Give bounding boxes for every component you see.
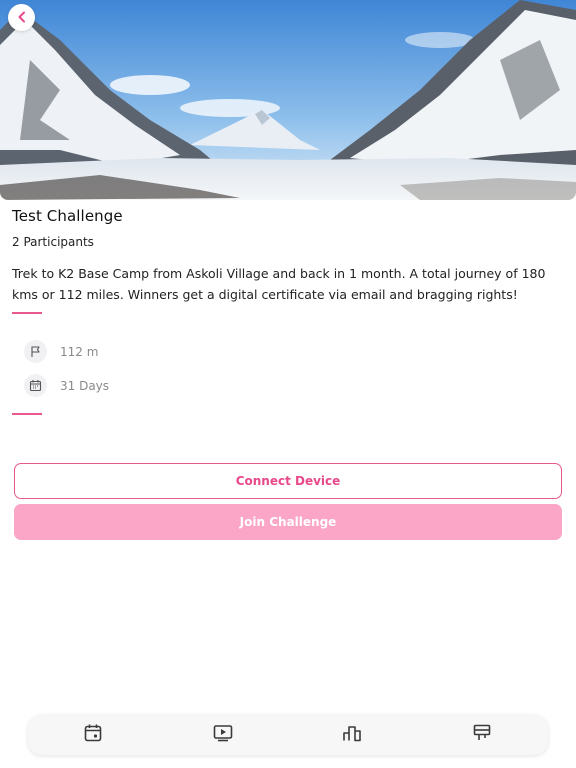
nav-videos[interactable] <box>212 724 234 746</box>
nav-calendar[interactable] <box>82 724 104 746</box>
calendar-icon <box>24 374 47 397</box>
bottom-nav <box>28 715 548 755</box>
divider <box>12 413 42 415</box>
join-challenge-button[interactable]: Join Challenge <box>14 504 562 540</box>
calendar-icon <box>83 723 103 747</box>
leaderboard-icon <box>342 723 362 747</box>
challenge-title: Test Challenge <box>12 207 123 225</box>
stat-distance-value: 112 m <box>60 344 99 359</box>
challenge-description: Trek to K2 Base Camp from Askoli Village… <box>12 266 546 302</box>
divider <box>12 312 42 314</box>
board-icon <box>472 723 492 747</box>
stat-distance: 112 m <box>24 340 98 363</box>
hero-image <box>0 0 576 200</box>
video-icon <box>213 723 233 747</box>
stat-duration: 31 Days <box>24 374 109 397</box>
back-button[interactable] <box>8 4 35 31</box>
nav-board[interactable] <box>471 724 493 746</box>
stat-duration-value: 31 Days <box>60 378 110 393</box>
chevron-left-icon <box>16 8 28 27</box>
participants-count: 2 Participants <box>12 235 94 249</box>
connect-device-button[interactable]: Connect Device <box>14 463 562 499</box>
nav-leaderboard[interactable] <box>341 724 363 746</box>
flag-icon <box>24 340 47 363</box>
